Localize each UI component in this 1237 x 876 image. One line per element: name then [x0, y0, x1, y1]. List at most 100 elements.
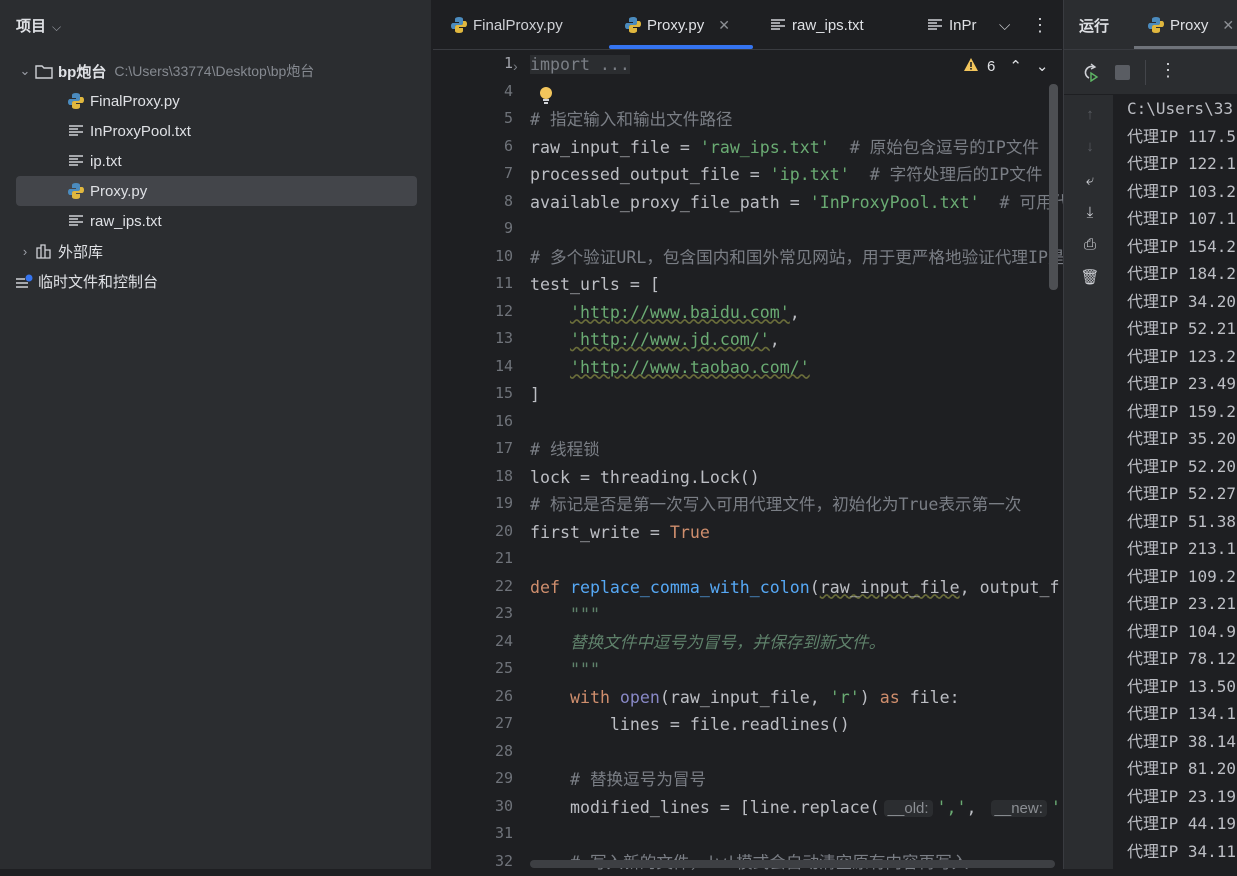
line-number: 22 [494, 576, 513, 595]
next-highlight-icon[interactable]: ⌄ [1036, 57, 1049, 75]
editor-tab[interactable]: Proxy.py ✕ [623, 0, 730, 50]
library-icon [34, 242, 54, 260]
run-title: 运行 [1079, 17, 1110, 35]
tab-label: FinalProxy.py [473, 16, 563, 34]
code-line: import ... [530, 51, 630, 78]
console-line: 代理IP 122.1 [1127, 154, 1237, 173]
code-line: """ [530, 601, 600, 628]
code-editor[interactable]: FinalProxy.py Proxy.py ✕ raw_ips.txt InPr ⌵ … [433, 0, 1081, 872]
code-token: file: [909, 687, 960, 707]
close-icon[interactable]: ✕ [1222, 17, 1234, 34]
code-token: # 标记是否是第一次写入可用代理文件，初始化为True表示第一次 [530, 495, 1022, 514]
code-token: , [966, 797, 987, 817]
tree-file[interactable]: ip.txt [16, 146, 417, 176]
editor-tab[interactable]: raw_ips.txt [768, 0, 864, 50]
project-view-selector[interactable]: 项目 ⌵ [16, 15, 61, 36]
code-line: modified_lines = [line.replace(__old: ','… [530, 794, 1061, 821]
chevron-right-icon[interactable]: › [16, 244, 34, 259]
line-number: 12 [494, 301, 513, 320]
tabs-dropdown-button[interactable]: ⌵ [999, 0, 1010, 50]
arrow-up-icon[interactable]: ↑ [1080, 106, 1100, 126]
code-token: """ [530, 605, 600, 624]
console-line: 代理IP 23.21 [1127, 594, 1237, 613]
tab-label: InPr [949, 16, 977, 34]
inspection-widget[interactable]: 6 ⌃ ⌄ [963, 53, 1049, 79]
close-icon[interactable]: ✕ [718, 17, 730, 34]
print-icon[interactable]: ⎙ [1080, 236, 1100, 256]
editor-tab[interactable]: FinalProxy.py [449, 0, 563, 50]
fold-arrow-icon[interactable]: › [513, 58, 518, 74]
trash-icon[interactable]: 🗑 [1080, 268, 1100, 288]
chevron-down-icon[interactable]: ⌄ [16, 63, 34, 79]
code-line: first_write = True [530, 519, 710, 546]
code-token: ',' [936, 797, 967, 817]
editor-tabs: FinalProxy.py Proxy.py ✕ raw_ips.txt InPr [433, 0, 1062, 50]
code-token: # 字符处理后的IP文件 [849, 165, 1043, 184]
code-token: import ... [530, 55, 630, 74]
line-number: 18 [494, 466, 513, 485]
more-options-icon[interactable]: ⋮ [1159, 60, 1177, 81]
tree-file[interactable]: FinalProxy.py [16, 86, 417, 116]
code-token: 'http://www.baidu.com' [569, 302, 790, 322]
line-number: 24 [494, 631, 513, 650]
tree-external-libraries[interactable]: › 外部库 [16, 236, 417, 266]
line-number: 32 [494, 851, 513, 870]
console-line: 代理IP 213.1 [1127, 539, 1237, 558]
tree-scratches[interactable]: 临时文件和控制台 [16, 266, 417, 296]
code-token: __new: [990, 799, 1047, 817]
vertical-scrollbar[interactable] [1049, 84, 1058, 290]
console-line: 代理IP 134.1 [1127, 704, 1237, 723]
code-line: lines = file.readlines() [530, 711, 850, 738]
code-token: raw_input_file = [530, 137, 700, 157]
console-line: 代理IP 38.14 [1127, 731, 1237, 751]
soft-wrap-icon[interactable]: ⤶ [1080, 172, 1100, 192]
console-output[interactable]: C:\Users\33 代理IP 117.5 代理IP 122.1 代理IP 103.… [1113, 95, 1237, 869]
code-token: replace_comma_with_colon [569, 577, 810, 597]
line-number: 17 [494, 439, 513, 457]
stop-icon[interactable] [1115, 65, 1130, 80]
toolbar-divider [1145, 60, 1146, 85]
arrow-down-icon[interactable]: ↓ [1080, 138, 1100, 158]
line-number: 19 [494, 494, 513, 512]
code-token: # 线程锁 [530, 440, 600, 459]
tree-file[interactable]: Proxy.py [16, 176, 417, 206]
code-line: 'http://www.baidu.com', [530, 299, 800, 326]
scroll-to-end-icon[interactable]: ⤓ [1080, 204, 1100, 224]
console-line: 代理IP 154.2 [1127, 236, 1237, 256]
scratches-icon [14, 272, 34, 290]
run-tab-proxy[interactable]: Proxy ✕ [1146, 0, 1234, 50]
code-token: processed_output_file = [530, 165, 770, 184]
text-file-icon [66, 212, 86, 230]
console-line: 代理IP 23.19 [1127, 786, 1237, 806]
more-options-icon[interactable]: ⋮ [1031, 0, 1049, 50]
chevron-down-icon: ⌵ [52, 20, 62, 34]
previous-highlight-icon[interactable]: ⌃ [1009, 57, 1022, 75]
line-number: 11 [494, 274, 513, 292]
line-number: 4 [503, 81, 513, 100]
code-token: # 指定输入和输出文件路径 [530, 110, 733, 129]
code-token: , [789, 302, 800, 322]
code-token: True [669, 522, 710, 542]
line-number: 13 [494, 329, 513, 347]
line-number: 10 [494, 246, 513, 265]
code-token: ) [859, 687, 880, 707]
tree-file[interactable]: InProxyPool.txt [16, 116, 417, 146]
horizontal-scrollbar[interactable] [530, 860, 1055, 868]
code-line: # 指定输入和输出文件路径 [530, 106, 733, 133]
line-number: 8 [503, 191, 513, 210]
console-line: 代理IP 184.2 [1127, 264, 1237, 283]
line-number: 5 [503, 109, 513, 127]
code-line: available_proxy_file_path = 'InProxyPool… [530, 189, 1069, 216]
code-token: # 替换逗号为冒号 [530, 770, 707, 789]
tree-root-folder[interactable]: ⌄ bp炮台 C:\Users\33774\Desktop\bp炮台 [16, 56, 417, 86]
code-token: 'raw_ips.txt' [699, 137, 830, 157]
tree-file[interactable]: raw_ips.txt [16, 206, 417, 236]
console-line: 代理IP 35.20 [1127, 429, 1237, 448]
console-line: 代理IP 123.2 [1127, 346, 1237, 366]
code-token: raw_input_file [819, 577, 960, 597]
rerun-icon[interactable] [1080, 62, 1100, 87]
editor-tab[interactable]: InPr [925, 0, 985, 50]
